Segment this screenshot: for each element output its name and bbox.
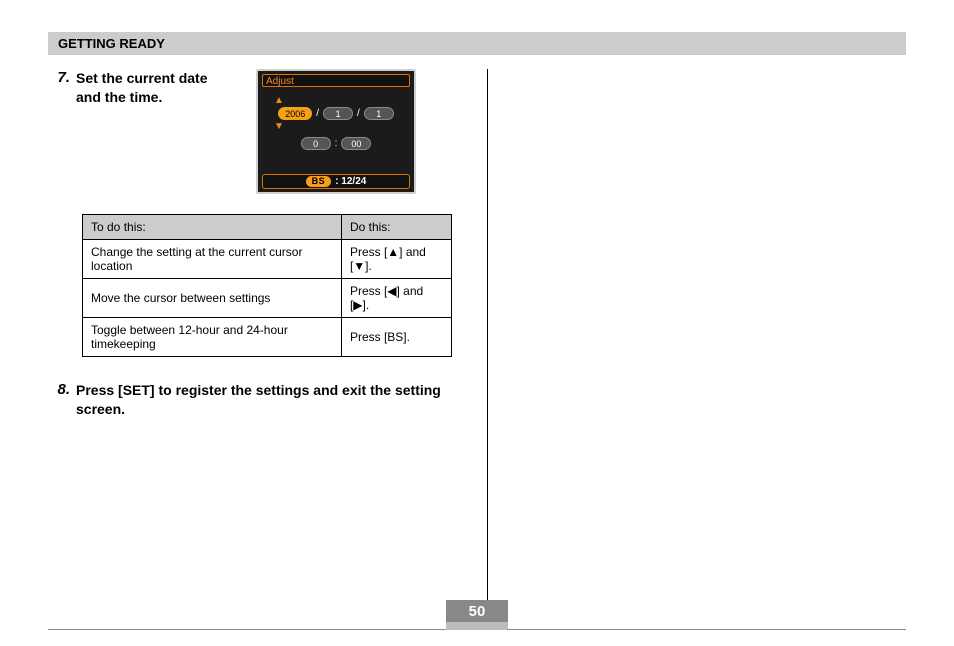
table-header-dothis: Do this: [341,215,451,240]
page-number-shadow [446,622,508,630]
step-7-text: Set the current date and the time. [76,69,236,107]
page-footer: 50 [48,600,906,630]
arrow-down-icon: ▼ [274,121,284,132]
right-column [488,69,907,619]
hour-field: 0 [301,137,331,150]
footer-rule [48,629,447,630]
time-row: 0 : 00 [258,137,414,150]
table-cell: Toggle between 12-hour and 24-hour timek… [83,318,342,357]
year-field: 2006 [278,107,312,120]
table-cell: Press [▲] and [▼]. [341,240,451,279]
lcd-screenshot: Adjust ▲ 2006 / 1 / 1 ▼ 0 : [256,69,416,194]
time-separator: : [335,138,338,149]
bs-badge: BS [306,176,332,187]
table-cell: Press [◀] and [▶]. [341,279,451,318]
table-row: Toggle between 12-hour and 24-hour timek… [83,318,452,357]
step-7: 7. Set the current date and the time. Ad… [48,69,467,194]
table-header-row: To do this: Do this: [83,215,452,240]
day-field: 1 [364,107,394,120]
date-separator: / [357,108,360,119]
minute-field: 00 [341,137,371,150]
table-cell: Press [BS]. [341,318,451,357]
table-row: Move the cursor between settings Press [… [83,279,452,318]
step-number: 7. [48,69,70,194]
arrow-up-icon: ▲ [274,95,284,106]
section-header: GETTING READY [48,32,906,55]
bs-value: : 12/24 [335,176,366,187]
table-header-todo: To do this: [83,215,342,240]
two-column-layout: 7. Set the current date and the time. Ad… [48,69,906,619]
page-container: GETTING READY 7. Set the current date an… [0,0,954,646]
page-number: 50 [446,600,508,622]
bs-hint-row: BS : 12/24 [262,174,410,189]
month-field: 1 [323,107,353,120]
step-number: 8. [48,381,70,419]
table-cell: Move the cursor between settings [83,279,342,318]
table-row: Change the setting at the current cursor… [83,240,452,279]
instruction-table: To do this: Do this: Change the setting … [82,214,452,357]
step-8-text: Press [SET] to register the settings and… [76,381,467,419]
date-separator: / [316,108,319,119]
step-8: 8. Press [SET] to register the settings … [48,381,467,419]
footer-rule [507,629,906,630]
table-cell: Change the setting at the current cursor… [83,240,342,279]
step-7-content: Set the current date and the time. Adjus… [76,69,416,194]
lcd-title: Adjust [262,74,410,87]
left-column: 7. Set the current date and the time. Ad… [48,69,487,619]
date-row: 2006 / 1 / 1 [264,107,408,120]
page-number-block: 50 [446,600,508,630]
